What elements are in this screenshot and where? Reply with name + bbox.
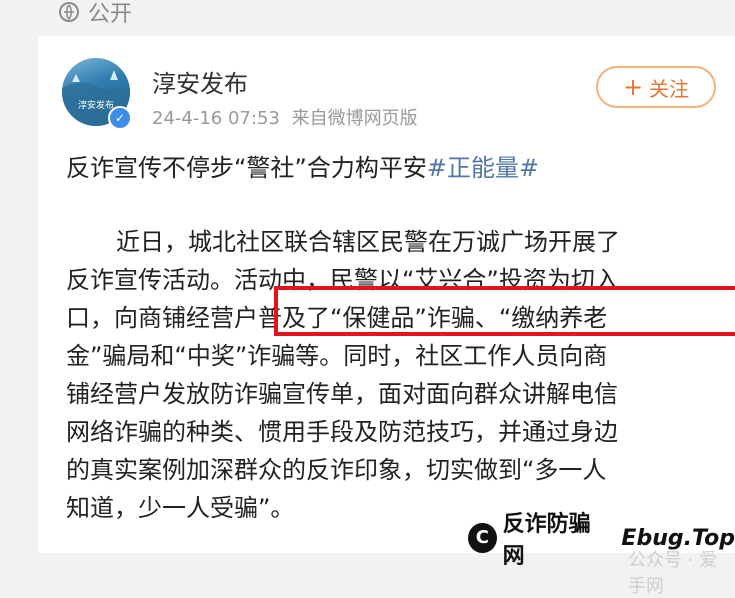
post-card: 淳安发布 ✓ 淳安发布 24-4-16 07:53 来自微博网页版 + 关注 反… [38,36,735,597]
brand-site: Ebug.Top [621,525,735,551]
hashtag-link[interactable]: #正能量# [427,154,539,182]
headline-text: 反诈宣传不停步“警社”合力构平安 [66,154,427,182]
brand-name: 反诈防骗网 [502,512,591,569]
visibility-label: 公开 [88,2,133,27]
brand-logo-icon: C [468,523,497,553]
verified-icon: ✓ [108,106,132,130]
highlight-annotation [274,286,735,336]
top-strip: 公开 [0,0,735,36]
follow-button[interactable]: + 关注 [596,66,716,108]
author-name[interactable]: 淳安发布 [152,64,248,99]
visibility-indicator: 公开 [58,0,132,28]
post-meta: 24-4-16 07:53 来自微博网页版 [152,104,418,130]
plus-icon: + [622,73,644,101]
post-source: 来自微博网页版 [291,108,418,129]
body-line: 网络诈骗的种类、惯用手段及防范技巧，并通过身边 [66,418,618,446]
body-line: 近日，城北社区联合辖区民警在万诚广场开展了 [116,228,620,256]
post-headline: 反诈宣传不停步“警社”合力构平安#正能量# [66,148,539,183]
brand-watermark: C 反诈防骗网 Ebug.Top [468,506,735,570]
follow-label: 关注 [649,76,690,101]
post-timestamp: 24-4-16 07:53 [152,108,280,129]
lock-icon [58,1,80,23]
body-line: 铺经营户发放防诈骗宣传单，面对面向群众讲解电信 [66,380,618,408]
post-body: 近日，城北社区联合辖区民警在万诚广场开展了 反诈宣传活动。活动中，民警以“艾兴合… [66,223,716,527]
body-line: 的真实案例加深群众的反诈印象，切实做到“多一人 [66,456,607,484]
body-line: 金”骗局和“中奖”诈骗等。同时，社区工作人员向商 [66,342,608,370]
